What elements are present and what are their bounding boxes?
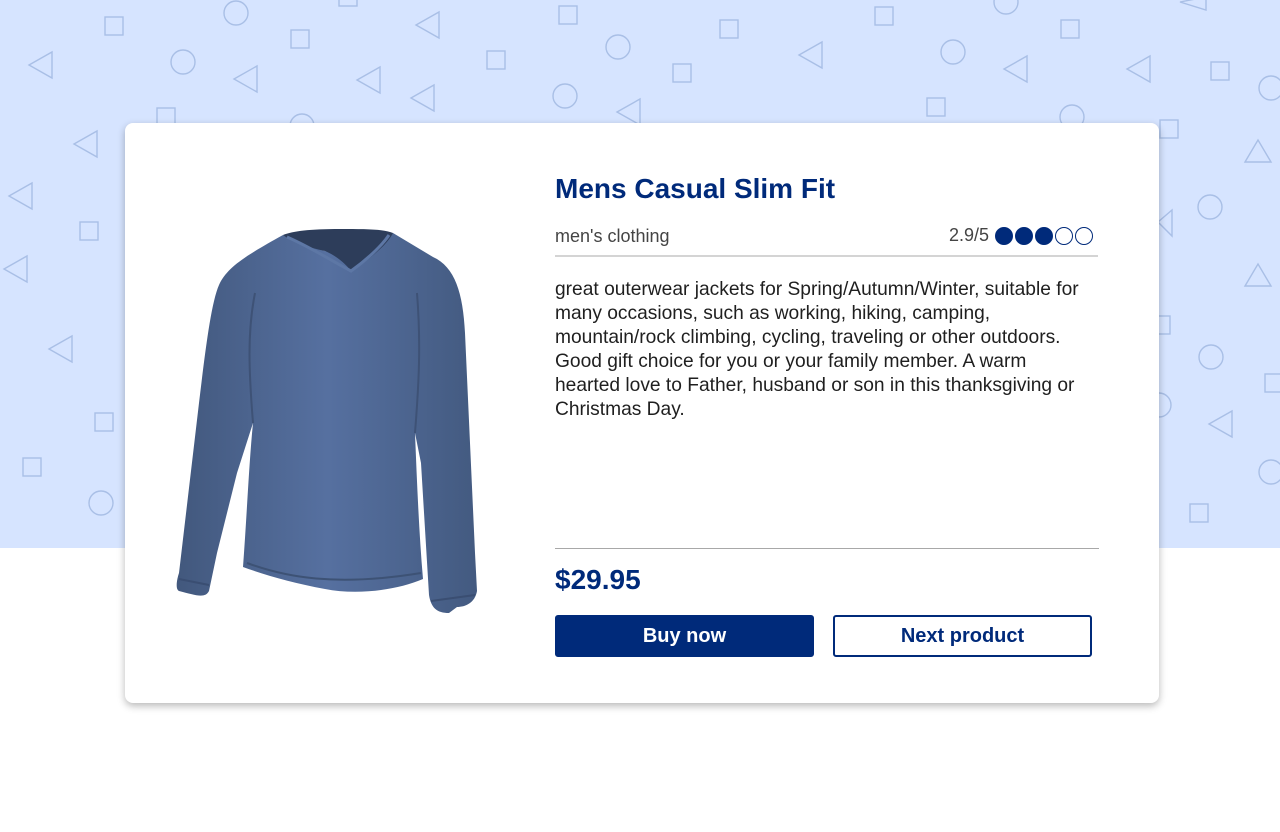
- rating-dot-empty: [1075, 226, 1093, 245]
- next-product-button[interactable]: Next product: [833, 615, 1092, 657]
- product-description: great outerwear jackets for Spring/Autum…: [555, 279, 1079, 420]
- buy-now-button[interactable]: Buy now: [555, 615, 814, 657]
- product-info: Mens Casual Slim Fit men's clothing 2.9/…: [555, 123, 1099, 703]
- rating-dot-filled: [1015, 226, 1033, 245]
- product-rating: 2.9/5: [949, 225, 1093, 246]
- tshirt-icon: [176, 229, 477, 613]
- rating-text: 2.9/5: [948, 225, 989, 245]
- rating-dots: [995, 226, 1093, 245]
- product-price: $29.95: [555, 564, 641, 595]
- product-title: Mens Casual Slim Fit: [555, 173, 836, 204]
- product-meta: men's clothing 2.9/5: [555, 223, 1098, 257]
- rating-dot-empty: [1055, 226, 1073, 245]
- rating-dot-filled: [995, 226, 1013, 245]
- page: Mens Casual Slim Fit men's clothing 2.9/…: [0, 0, 1280, 832]
- product-category: men's clothing: [555, 226, 670, 246]
- rating-dot-filled: [1035, 226, 1053, 245]
- divider: [555, 548, 1099, 549]
- product-image: [175, 223, 485, 623]
- product-card: Mens Casual Slim Fit men's clothing 2.9/…: [125, 123, 1159, 703]
